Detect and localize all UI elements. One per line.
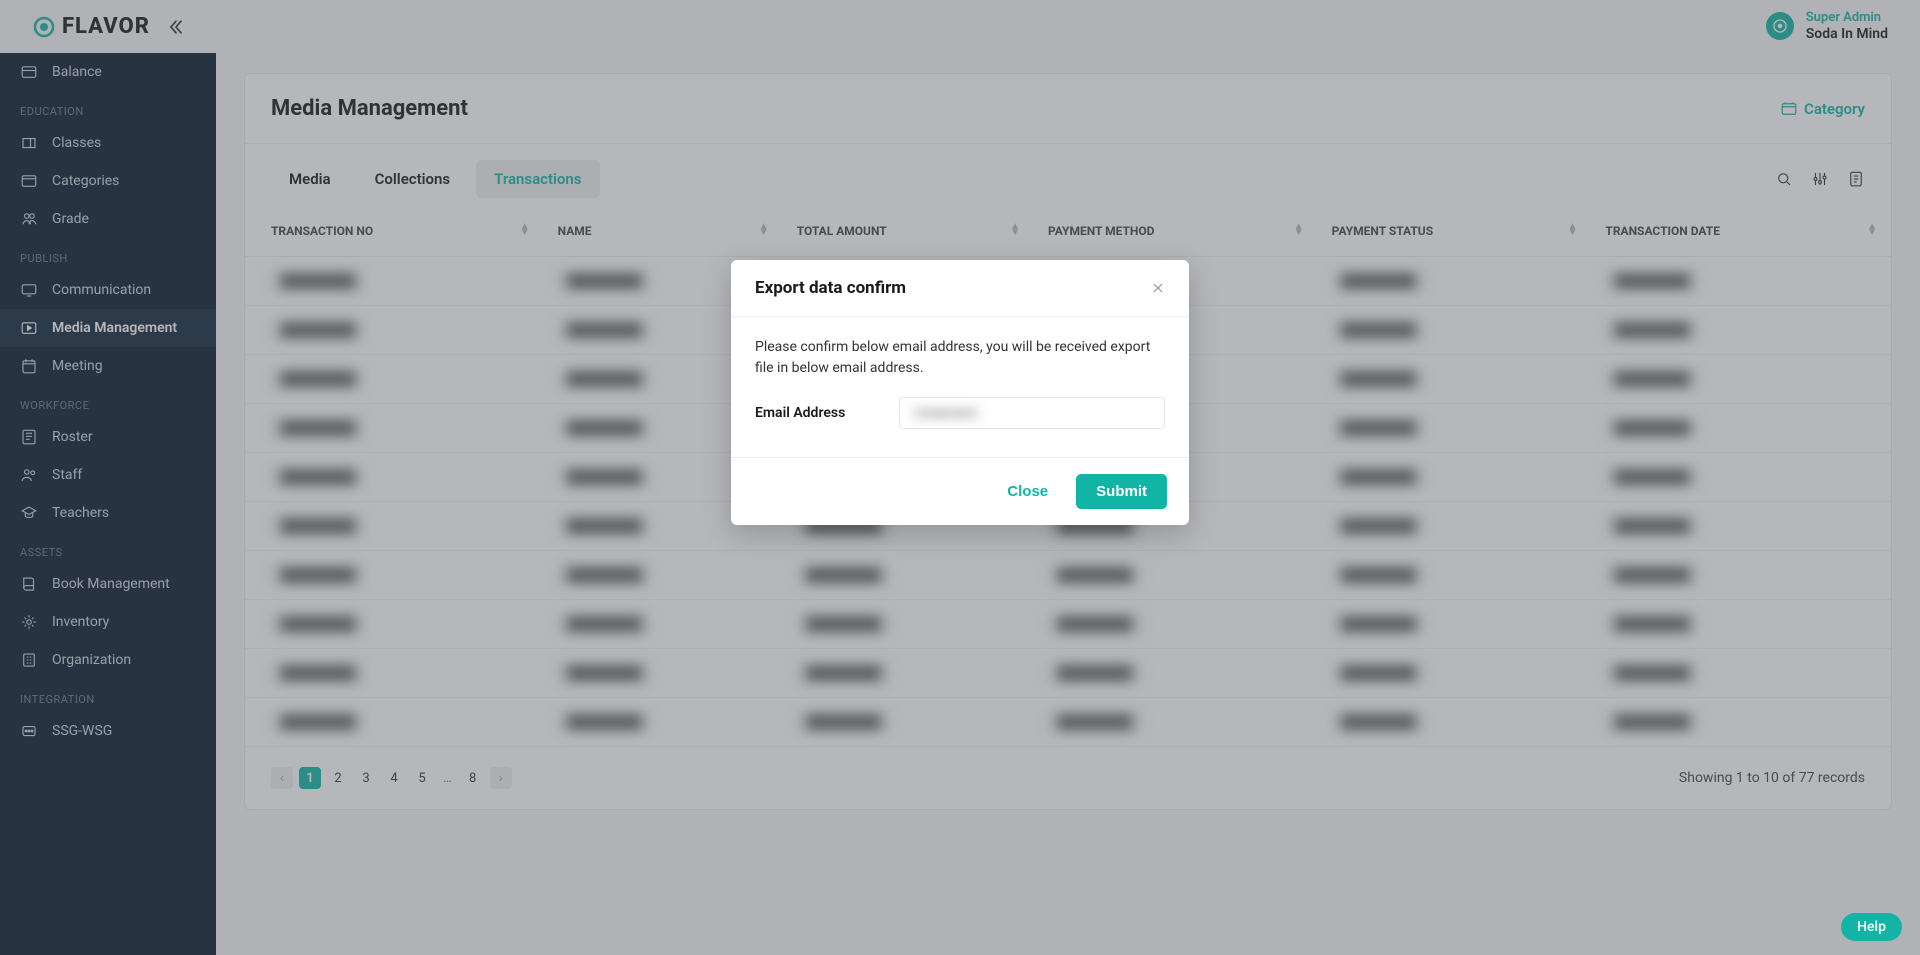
modal-body-text: Please confirm below email address, you … — [755, 337, 1165, 379]
submit-button[interactable]: Submit — [1076, 474, 1167, 509]
modal-overlay[interactable]: Export data confirm Please confirm below… — [0, 0, 1920, 955]
modal-header: Export data confirm — [731, 260, 1189, 317]
modal-title: Export data confirm — [755, 278, 906, 298]
close-icon[interactable] — [1151, 281, 1165, 295]
export-confirm-modal: Export data confirm Please confirm below… — [731, 260, 1189, 525]
close-button[interactable]: Close — [995, 475, 1060, 508]
help-button[interactable]: Help — [1841, 913, 1902, 941]
email-field[interactable]: (redacted) — [899, 397, 1165, 429]
email-label: Email Address — [755, 405, 875, 421]
email-field-row: Email Address (redacted) — [755, 397, 1165, 429]
email-value: (redacted) — [910, 405, 981, 421]
modal-footer: Close Submit — [731, 458, 1189, 525]
modal-body: Please confirm below email address, you … — [731, 317, 1189, 458]
